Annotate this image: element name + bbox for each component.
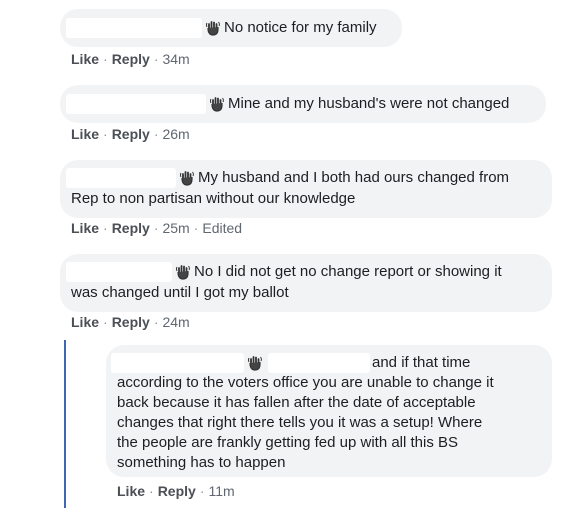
reply-bubble: and if that time according to the voters… xyxy=(106,345,552,477)
timestamp[interactable]: 34m xyxy=(162,51,189,67)
reply-link[interactable]: Reply xyxy=(158,483,196,499)
separator-dot: · xyxy=(153,51,159,67)
reply-actions: Like · Reply · 11m xyxy=(117,483,235,499)
edited-label[interactable]: Edited xyxy=(202,220,242,236)
separator-dot: · xyxy=(149,483,154,499)
reply-link[interactable]: Reply xyxy=(112,314,150,330)
comment-bubble: My husband and I both had ours changed f… xyxy=(60,160,552,218)
comment-actions: Like · Reply · 26m xyxy=(71,126,190,142)
timestamp[interactable]: 26m xyxy=(162,126,189,142)
reply-link[interactable]: Reply xyxy=(112,220,150,236)
redacted-mention xyxy=(268,353,370,373)
comment-text-line-1: No I did not get no change report or sho… xyxy=(194,263,502,280)
reply-text-line: changes that right there tells you it wa… xyxy=(117,414,483,431)
comment-text-line-2: was changed until I got my ballot xyxy=(71,284,289,301)
like-link[interactable]: Like xyxy=(71,51,99,67)
reply-thread-line xyxy=(64,340,66,508)
comment-bubble: No notice for my family xyxy=(60,9,402,47)
redacted-author-name xyxy=(66,262,172,282)
like-link[interactable]: Like xyxy=(117,483,145,499)
comment-text-line-2: Rep to non partisan without our knowledg… xyxy=(71,190,356,207)
redacted-author-name xyxy=(66,18,202,38)
reply-text-line: back because it has fallen after the dat… xyxy=(117,394,476,411)
redacted-author-name xyxy=(66,94,206,114)
comment-bubble: No I did not get no change report or sho… xyxy=(60,254,552,312)
reply-link[interactable]: Reply xyxy=(112,51,150,67)
waving-hand-icon xyxy=(248,356,262,371)
redacted-author-name xyxy=(111,353,244,373)
timestamp[interactable]: 11m xyxy=(208,483,234,499)
redacted-author-name xyxy=(66,168,176,188)
comment-text: Mine and my husband's were not changed xyxy=(228,95,510,112)
timestamp[interactable]: 24m xyxy=(162,314,189,330)
separator-dot: · xyxy=(193,220,199,236)
comment-text: No notice for my family xyxy=(224,19,377,36)
comment-actions: Like · Reply · 24m xyxy=(71,314,190,330)
waving-hand-icon xyxy=(206,21,220,36)
reply-text-line: the people are frankly getting fed up wi… xyxy=(117,434,459,451)
reply-link[interactable]: Reply xyxy=(112,126,150,142)
timestamp[interactable]: 25m xyxy=(162,220,189,236)
like-link[interactable]: Like xyxy=(71,126,99,142)
comment-text-line-1: My husband and I both had ours changed f… xyxy=(198,169,510,186)
waving-hand-icon xyxy=(180,171,194,186)
separator-dot: · xyxy=(153,220,159,236)
comment-bubble: Mine and my husband's were not changed xyxy=(60,85,546,123)
separator-dot: · xyxy=(199,483,205,499)
waving-hand-icon xyxy=(176,265,190,280)
like-link[interactable]: Like xyxy=(71,314,99,330)
comment-actions: Like · Reply · 25m · Edited xyxy=(71,220,242,236)
reply-text-first-line: and if that time xyxy=(372,354,471,371)
separator-dot: · xyxy=(103,314,108,330)
separator-dot: · xyxy=(103,51,108,67)
separator-dot: · xyxy=(103,126,108,142)
reply-text-line: something has to happen xyxy=(117,454,286,471)
separator-dot: · xyxy=(153,314,159,330)
reply-text-line: according to the voters office you are u… xyxy=(117,374,494,391)
waving-hand-icon xyxy=(210,97,224,112)
separator-dot: · xyxy=(153,126,159,142)
like-link[interactable]: Like xyxy=(71,220,99,236)
comment-actions: Like · Reply · 34m xyxy=(71,51,190,67)
separator-dot: · xyxy=(103,220,108,236)
